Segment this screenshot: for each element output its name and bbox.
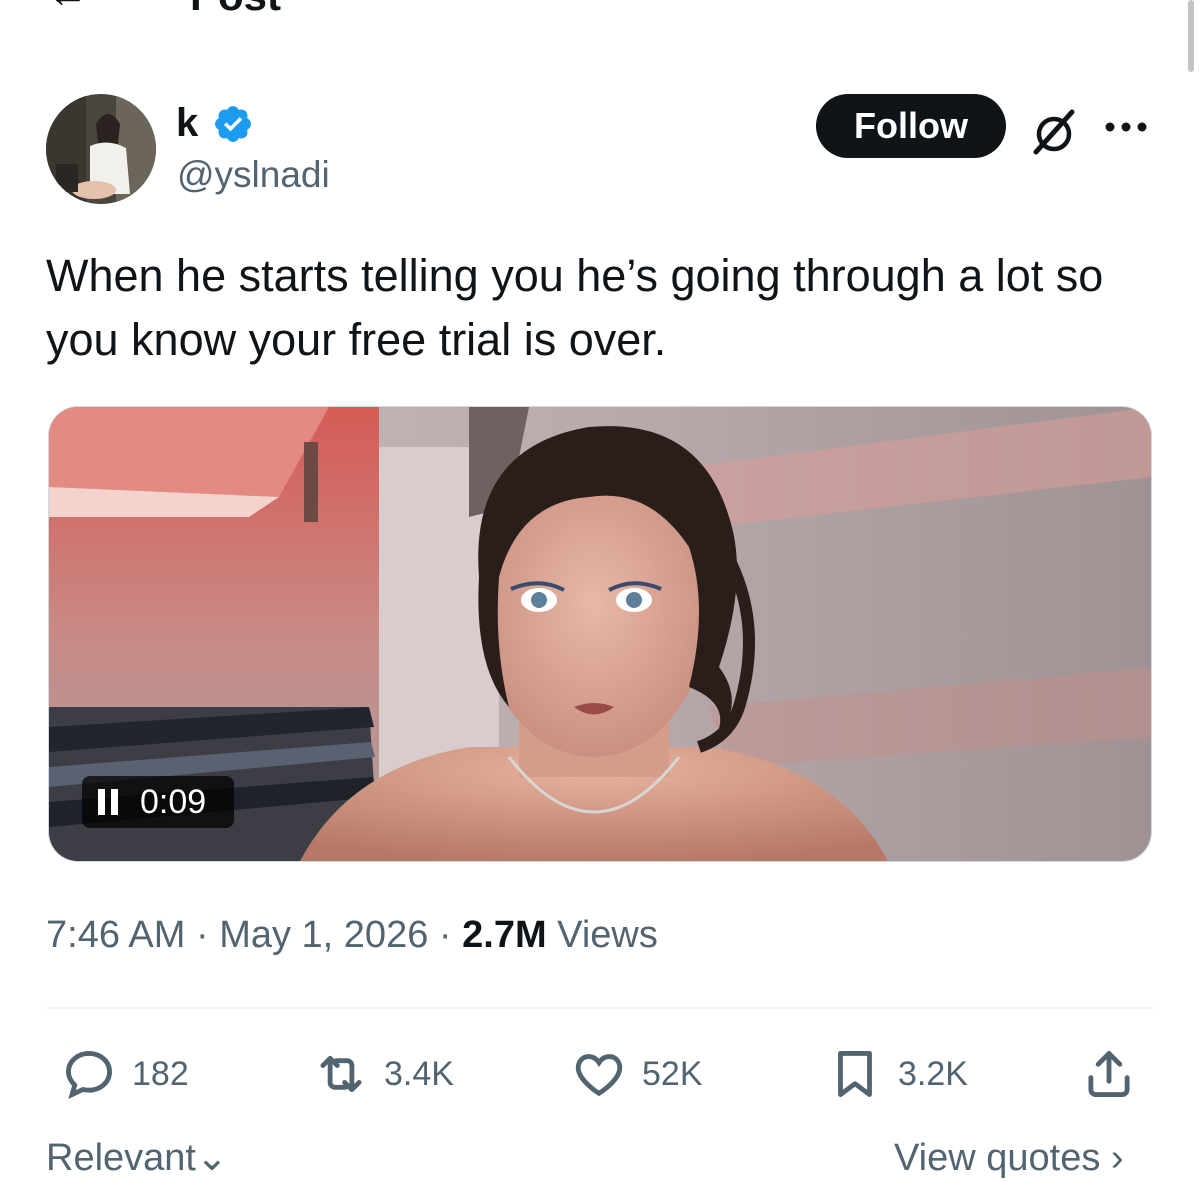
share-icon	[1088, 1051, 1130, 1097]
page-title: Post	[190, 0, 281, 17]
video-duration-badge[interactable]: 0:09	[82, 776, 234, 828]
view-quotes-link[interactable]: View quotes ›	[894, 1134, 1124, 1182]
scrollbar[interactable]	[1188, 0, 1194, 72]
avatar[interactable]	[46, 94, 156, 204]
view-quotes-label: View quotes	[894, 1137, 1101, 1179]
views-count[interactable]: 2.7M	[462, 914, 546, 956]
meta-separator: ·	[428, 914, 463, 956]
bookmark-count: 3.2K	[898, 1054, 968, 1093]
more-icon[interactable]	[1100, 114, 1152, 140]
meta-separator: ·	[185, 914, 220, 956]
author-handle[interactable]: @yslnadi	[177, 152, 330, 198]
repost-icon	[320, 1055, 362, 1093]
post-date: May 1, 2026	[219, 914, 429, 956]
top-bar: ← Post	[0, 0, 1200, 20]
video-duration: 0:09	[140, 782, 207, 821]
divider	[46, 1007, 1154, 1009]
follow-button[interactable]: Follow	[816, 94, 1006, 158]
sort-label: Relevant	[46, 1137, 196, 1179]
reply-count: 182	[132, 1054, 189, 1093]
views-label: Views	[546, 914, 658, 956]
reply-button[interactable]: 182	[60, 1044, 189, 1104]
pause-icon[interactable]	[98, 789, 122, 815]
post-time: 7:46 AM	[46, 914, 186, 956]
share-button[interactable]	[1080, 1044, 1138, 1104]
like-button[interactable]: 52K	[570, 1044, 703, 1104]
post-meta: 7:46 AM · May 1, 2026 · 2.7M Views	[46, 910, 658, 960]
chevron-down-icon: ⌄	[195, 1137, 228, 1179]
repost-count: 3.4K	[384, 1054, 454, 1093]
sort-replies-dropdown[interactable]: Relevant⌄	[46, 1134, 228, 1182]
back-arrow-icon[interactable]: ←	[48, 0, 88, 14]
reply-icon	[66, 1051, 112, 1099]
grok-icon[interactable]	[1026, 104, 1082, 160]
repost-button[interactable]: 3.4K	[312, 1044, 454, 1104]
tweet-text: When he starts telling you he’s going th…	[46, 250, 1104, 365]
bookmark-icon	[838, 1051, 872, 1097]
like-count: 52K	[642, 1054, 703, 1093]
display-name[interactable]: k	[176, 100, 198, 146]
bookmark-button[interactable]: 3.2K	[826, 1044, 968, 1104]
heart-icon	[575, 1054, 623, 1097]
verified-badge-icon	[215, 106, 251, 142]
chevron-right-icon: ›	[1110, 1137, 1124, 1179]
